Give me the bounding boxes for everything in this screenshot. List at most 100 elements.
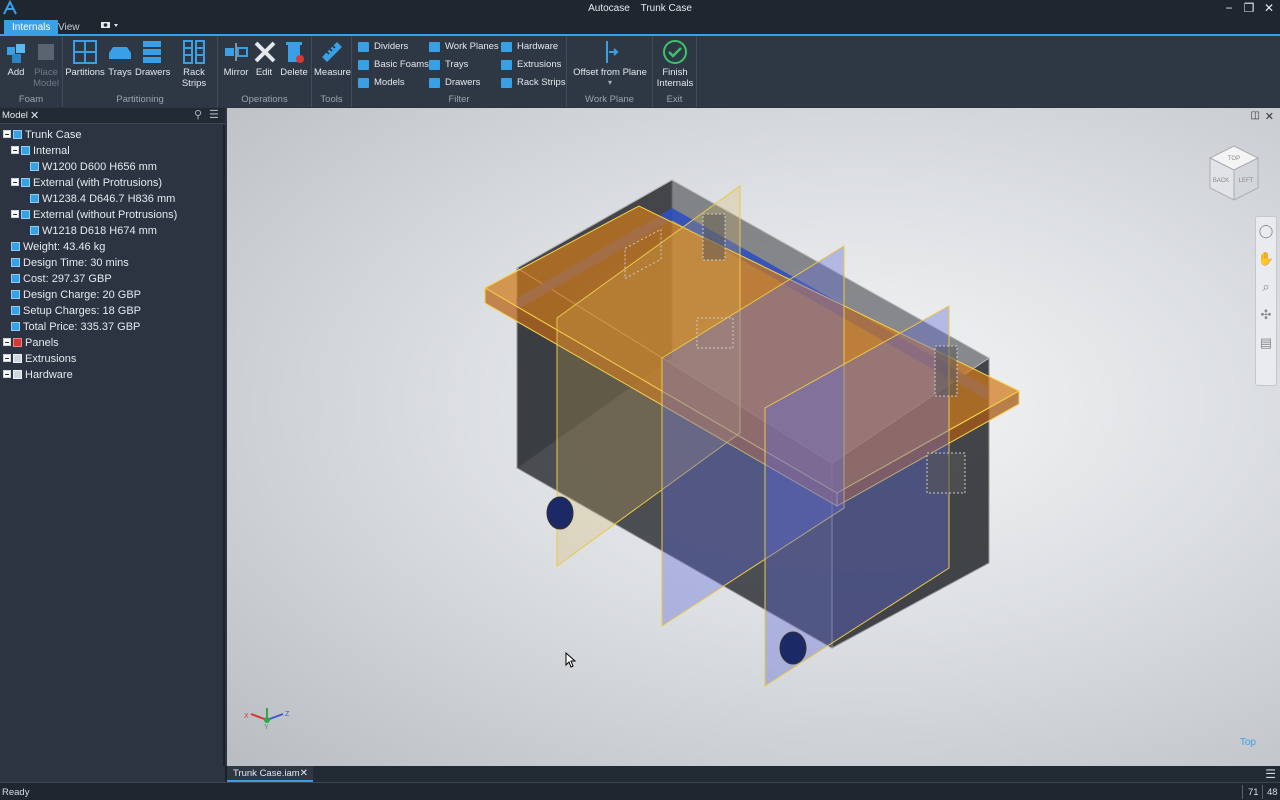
filter-extrusions[interactable]: Extrusions xyxy=(501,57,561,73)
viewcube-left-label[interactable]: LEFT xyxy=(1239,178,1254,184)
tab-view[interactable]: View xyxy=(50,20,88,36)
viewcube[interactable]: TOP BACK LEFT xyxy=(1208,144,1260,202)
document-list-menu-icon[interactable]: ☰ xyxy=(1265,767,1276,781)
filter-models[interactable]: Models xyxy=(358,75,405,91)
tree-node[interactable]: Hardware xyxy=(3,367,73,383)
camera-dropdown-icon[interactable] xyxy=(92,20,128,36)
tree-expand-icon[interactable] xyxy=(11,178,19,187)
trays-button[interactable]: Trays xyxy=(107,39,133,78)
filter-trays[interactable]: Trays xyxy=(429,57,468,73)
status-text: Ready xyxy=(2,787,30,798)
tree-node[interactable]: W1200 D600 H656 mm xyxy=(30,159,157,175)
panels-icon xyxy=(13,337,22,347)
tree-expand-icon[interactable] xyxy=(3,338,11,347)
tree-node[interactable]: External (without Protrusions) xyxy=(11,207,177,223)
tree-expand-icon[interactable] xyxy=(3,354,11,363)
mirror-button[interactable]: Mirror xyxy=(222,39,250,78)
mouse-pointer-icon xyxy=(565,652,577,668)
title-bar: Autocase Trunk Case − ❒ ✕ xyxy=(0,0,1280,18)
filter-drawers[interactable]: Drawers xyxy=(429,75,480,91)
folder-icon xyxy=(13,369,22,379)
param-icon xyxy=(11,305,20,315)
tree-expand-icon[interactable] xyxy=(3,370,11,379)
foam-group-label: Foam xyxy=(18,94,44,105)
minimize-button[interactable]: − xyxy=(1220,1,1238,15)
filter-group: Dividers Basic Foams Models Work Planes … xyxy=(352,36,567,107)
tree-expand-icon[interactable] xyxy=(3,130,11,139)
tree-node-label: Design Charge: 20 GBP xyxy=(23,289,142,301)
tree-node[interactable]: Cost: 297.37 GBP xyxy=(11,271,112,287)
viewcube-back-label[interactable]: BACK xyxy=(1213,178,1229,184)
latch-4 xyxy=(934,345,958,397)
rack-strips-icon xyxy=(183,40,205,64)
tree-node[interactable]: Extrusions xyxy=(3,351,76,367)
filter-basic-foams[interactable]: Basic Foams xyxy=(358,57,429,73)
restore-button[interactable]: ❒ xyxy=(1240,1,1258,15)
zoom-icon[interactable]: ⌕ xyxy=(1256,273,1276,301)
add-foam-icon xyxy=(7,44,25,63)
3d-viewport[interactable]: ◫ ✕ TOP BACK LEFT ◯ ✋ ⌕ ✣ ▤ X Y Z Top xyxy=(227,108,1280,766)
tree-node[interactable]: Weight: 43.46 kg xyxy=(11,239,105,255)
filter-group-label: Filter xyxy=(448,94,470,105)
foam-group: Add Place Model Foam xyxy=(0,36,63,107)
edit-button[interactable]: Edit xyxy=(252,39,276,78)
trunk-case-model[interactable] xyxy=(227,108,1280,766)
tree-node[interactable]: W1218 D618 H674 mm xyxy=(30,223,157,239)
model-panel-close-button[interactable]: ✕ xyxy=(30,109,39,122)
pan-icon[interactable]: ✋ xyxy=(1256,245,1276,273)
search-icon[interactable]: ⚲ xyxy=(194,108,202,121)
tree-node[interactable]: W1238.4 D646.7 H836 mm xyxy=(30,191,175,207)
finish-internals-button[interactable]: Finish Internals xyxy=(655,39,695,89)
place-model-button[interactable]: Place Model xyxy=(30,39,62,89)
tree-node-label: Design Time: 30 mins xyxy=(23,257,129,269)
mirror-icon xyxy=(225,43,248,61)
window-title: Autocase Trunk Case xyxy=(0,3,1280,14)
rack-strips-filter-icon xyxy=(501,78,512,88)
tree-node-label: Extrusions xyxy=(25,353,77,365)
tree-node[interactable]: Internal xyxy=(11,143,70,159)
steering-wheel-icon[interactable]: ◯ xyxy=(1256,217,1276,245)
drawers-button[interactable]: Drawers xyxy=(135,39,170,78)
tree-expand-icon[interactable] xyxy=(11,146,19,155)
tree-node[interactable]: Trunk Case xyxy=(3,127,81,143)
tree-node[interactable]: Panels xyxy=(3,335,59,351)
document-tab-trunk-case[interactable]: Trunk Case.iam ✕ xyxy=(227,766,313,782)
place-model-icon xyxy=(38,44,54,60)
tree-node[interactable]: Setup Charges: 18 GBP xyxy=(11,303,141,319)
tree-expand-icon[interactable] xyxy=(11,210,19,219)
dim-icon xyxy=(30,225,39,235)
viewcube-top-label[interactable]: TOP xyxy=(1228,156,1240,162)
app-name: Autocase xyxy=(588,3,630,14)
add-button[interactable]: Add xyxy=(4,39,28,78)
status-count-2: 48 xyxy=(1267,787,1278,798)
tools-group-label: Tools xyxy=(320,94,343,105)
document-title: Trunk Case xyxy=(640,3,692,14)
tree-node[interactable]: Design Charge: 20 GBP xyxy=(11,287,141,303)
tree-node-label: W1238.4 D646.7 H836 mm xyxy=(42,193,176,205)
close-window-button[interactable]: ✕ xyxy=(1260,1,1278,15)
filter-rack-strips[interactable]: Rack Strips xyxy=(501,75,566,91)
partitions-button[interactable]: Partitions xyxy=(65,39,105,78)
tree-node[interactable]: Total Price: 335.37 GBP xyxy=(11,319,140,335)
model-tab[interactable]: Model xyxy=(2,110,28,121)
tree-node-label: Weight: 43.46 kg xyxy=(23,241,106,253)
param-icon xyxy=(11,273,20,283)
param-icon xyxy=(21,177,30,187)
measure-icon xyxy=(322,42,342,62)
orbit-icon[interactable]: ✣ xyxy=(1256,301,1276,329)
look-at-icon[interactable]: ▤ xyxy=(1256,329,1276,357)
rack-strips-button[interactable]: Rack Strips xyxy=(171,39,217,89)
axis-x-label: X xyxy=(244,713,249,720)
filter-work-planes[interactable]: Work Planes xyxy=(429,39,499,55)
filter-hardware[interactable]: Hardware xyxy=(501,39,558,55)
offset-from-plane-button[interactable]: Offset from Plane ▾ xyxy=(569,39,651,87)
delete-button[interactable]: Delete xyxy=(280,39,308,78)
measure-button[interactable]: Measure xyxy=(314,39,351,78)
close-document-icon[interactable]: ✕ xyxy=(300,766,308,782)
dim-icon xyxy=(30,193,39,203)
status-separator xyxy=(1242,785,1243,799)
menu-icon[interactable]: ☰ xyxy=(209,108,219,121)
tree-node[interactable]: External (with Protrusions) xyxy=(11,175,162,191)
filter-dividers[interactable]: Dividers xyxy=(358,39,408,55)
tree-node[interactable]: Design Time: 30 mins xyxy=(11,255,129,271)
